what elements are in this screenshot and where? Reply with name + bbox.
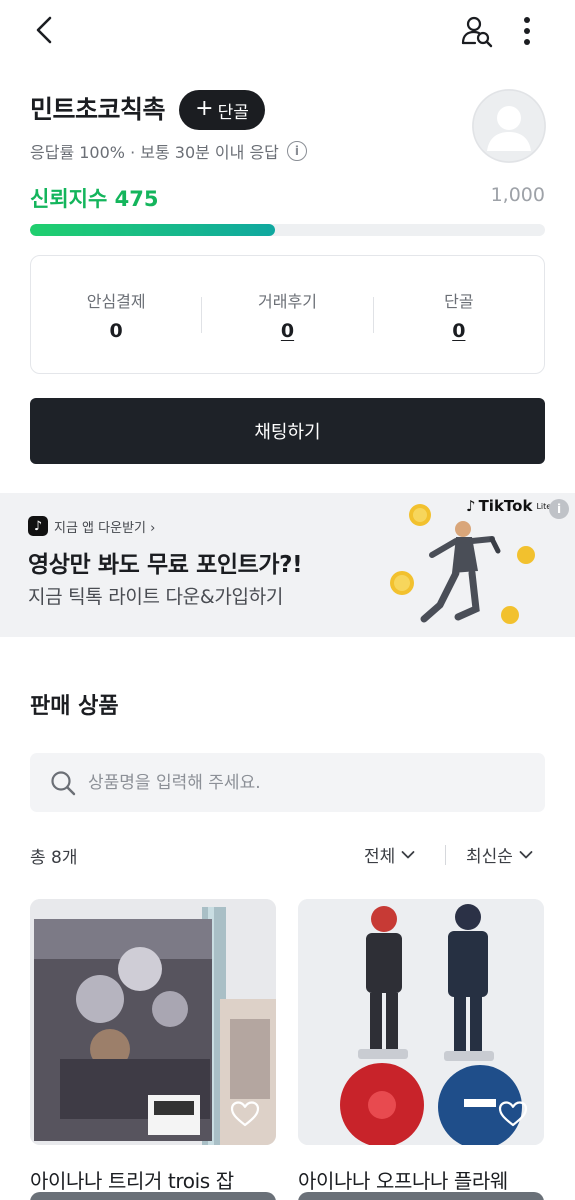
heart-icon[interactable]	[230, 1099, 260, 1129]
product-title[interactable]: 아이나나 트리거 trois 잡	[30, 1165, 276, 1194]
more-button[interactable]	[512, 12, 542, 50]
shop-name: 민트초코칙촉	[30, 95, 166, 124]
more-vertical-icon	[524, 17, 530, 45]
ad-download-link[interactable]: ♪ 지금 앱 다운받기 ›	[28, 516, 155, 536]
ad-subtext: 지금 틱톡 라이트 다운&가입하기	[28, 586, 284, 608]
chevron-down-icon	[401, 850, 415, 858]
chat-button[interactable]: 채팅하기	[30, 398, 545, 464]
sort-dropdown[interactable]: 최신순	[466, 842, 533, 867]
product-search-box[interactable]	[30, 753, 545, 812]
search-icon	[51, 770, 76, 795]
chevron-left-icon	[36, 16, 52, 44]
plus-icon: +	[195, 96, 214, 121]
user-search-button[interactable]	[458, 12, 496, 50]
product-image[interactable]	[298, 899, 544, 1145]
stats-box: 안심결제 0 거래후기 0 단골 0	[30, 255, 545, 374]
product-count: 총 8개	[30, 848, 78, 868]
ad-headline: 영상만 봐도 무료 포인트가?!	[28, 552, 303, 578]
user-search-icon	[461, 16, 493, 48]
stat-value[interactable]: 0	[374, 320, 544, 342]
trust-score-max: 1,000	[490, 184, 545, 206]
default-avatar-icon	[472, 89, 546, 163]
stat-label: 안심결제	[86, 291, 146, 311]
sort-label: 최신순	[466, 847, 513, 867]
trust-score-fill	[30, 224, 275, 236]
stat-label: 거래후기	[258, 291, 317, 311]
filter-dropdown[interactable]: 전체	[364, 842, 415, 867]
divider	[445, 845, 446, 865]
response-info-text: 응답률 100% · 보통 30분 이내 응답	[30, 143, 279, 162]
product-search-input[interactable]	[88, 772, 508, 793]
regular-button-label: 단골	[217, 102, 249, 123]
stat-value: 0	[109, 319, 123, 342]
ad-download-text: 지금 앱 다운받기 ›	[54, 520, 156, 536]
tiktok-note-icon: ♪	[466, 497, 476, 515]
back-button[interactable]	[26, 12, 62, 48]
product-card[interactable]: 아이나나 트리거 trois 잡	[30, 899, 276, 1194]
ad-info-icon[interactable]: i	[549, 499, 569, 519]
add-regular-button[interactable]: + 단골	[179, 90, 265, 130]
stat-value[interactable]: 0	[202, 320, 372, 342]
trust-score-bar	[30, 224, 545, 236]
ad-banner[interactable]: ♪ 지금 앱 다운받기 › 영상만 봐도 무료 포인트가?! 지금 틱톡 라이트…	[0, 493, 575, 637]
stat-regulars[interactable]: 단골 0	[374, 288, 544, 342]
stat-label: 단골	[444, 291, 474, 311]
ad-brand: ♪ TikTok Lite	[466, 497, 551, 515]
next-product-image	[298, 1192, 544, 1200]
product-image[interactable]	[30, 899, 276, 1145]
stat-safe-payment: 안심결제 0	[31, 288, 201, 342]
filter-label: 전체	[364, 847, 396, 867]
info-icon[interactable]: i	[286, 141, 307, 161]
trust-score-label: 신뢰지수 475	[30, 187, 159, 211]
tiktok-logo-icon: ♪	[28, 516, 48, 536]
ad-brand-name: TikTok	[478, 497, 533, 515]
chevron-down-icon	[519, 850, 533, 858]
next-product-image	[30, 1192, 276, 1200]
response-info: 응답률 100% · 보통 30분 이내 응답 i	[30, 139, 307, 163]
product-title[interactable]: 아이나나 오프나나 플라웨	[298, 1165, 544, 1194]
top-bar	[0, 0, 575, 64]
product-card[interactable]: 아이나나 오프나나 플라웨	[298, 899, 544, 1194]
stat-reviews[interactable]: 거래후기 0	[202, 288, 372, 342]
section-title: 판매 상품	[30, 694, 119, 719]
heart-icon[interactable]	[498, 1099, 528, 1129]
avatar	[472, 89, 546, 163]
